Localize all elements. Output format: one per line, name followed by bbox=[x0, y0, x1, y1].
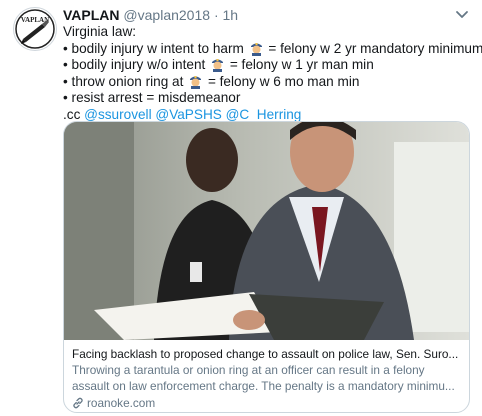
tweet-line-text: • throw onion ring at bbox=[63, 73, 184, 89]
police-officer-icon bbox=[249, 41, 264, 56]
vaplan-logo-icon: VAPLAN bbox=[15, 9, 55, 49]
tweet-line-text: = felony w 6 mo man min bbox=[207, 73, 360, 89]
tweet-line: • bodily injury w/o intent = felony w 1 … bbox=[63, 57, 473, 74]
tweet-line-text: • bodily injury w/o intent bbox=[63, 57, 206, 72]
author-name[interactable]: VAPLAN bbox=[63, 7, 120, 23]
tweet-line: • resist arrest = misdemeanor bbox=[63, 90, 473, 107]
tweet[interactable]: VAPLAN VAPLAN @vaplan2018 · 1h Virginia … bbox=[0, 0, 482, 416]
link-icon bbox=[72, 397, 84, 409]
mention-link[interactable]: @ssurovell bbox=[84, 107, 151, 122]
card-photo bbox=[64, 122, 469, 340]
tweet-line-text: • resist arrest = misdemeanor bbox=[63, 90, 241, 105]
tweet-line-text: Virginia law: bbox=[63, 24, 137, 39]
card-domain-text: roanoke.com bbox=[87, 396, 156, 410]
card-title[interactable]: Facing backlash to proposed change to as… bbox=[72, 346, 462, 362]
card-description: assault on law enforcement charge. The p… bbox=[72, 379, 455, 393]
author-handle[interactable]: @vaplan2018 bbox=[123, 7, 210, 23]
link-preview-card[interactable]: Facing backlash to proposed change to as… bbox=[63, 121, 470, 413]
cc-prefix: .cc bbox=[63, 106, 81, 122]
more-options-chevron-icon[interactable] bbox=[454, 8, 470, 20]
tweet-line: • bodily injury w intent to harm = felon… bbox=[63, 40, 482, 58]
separator-dot: · bbox=[213, 7, 219, 23]
mention-link[interactable]: @C_Herring bbox=[226, 107, 302, 122]
tweet-line: • throw onion ring at = felony w 6 mo ma… bbox=[63, 74, 473, 91]
card-description: Throwing a tarantula or onion ring at an… bbox=[72, 363, 425, 377]
tweet-text: Virginia law: • bodily injury w intent t… bbox=[63, 24, 482, 123]
tweet-line: Virginia law: bbox=[63, 24, 473, 41]
card-domain[interactable]: roanoke.com bbox=[72, 395, 462, 411]
tweet-line-text: • bodily injury w intent to harm bbox=[63, 40, 244, 56]
card-text: Facing backlash to proposed change to as… bbox=[72, 346, 462, 411]
tweet-line-text: = felony w 1 yr man min bbox=[229, 57, 374, 72]
police-officer-icon bbox=[210, 57, 225, 72]
tweet-header: VAPLAN @vaplan2018 · 1h bbox=[63, 6, 238, 24]
mention-link[interactable]: @VaPSHS bbox=[155, 107, 221, 122]
tweet-timestamp[interactable]: 1h bbox=[223, 7, 239, 23]
police-officer-icon bbox=[188, 74, 203, 89]
tweet-line-text: = felony w 2 yr mandatory minimum bbox=[268, 40, 482, 56]
author-avatar[interactable]: VAPLAN bbox=[13, 7, 57, 51]
